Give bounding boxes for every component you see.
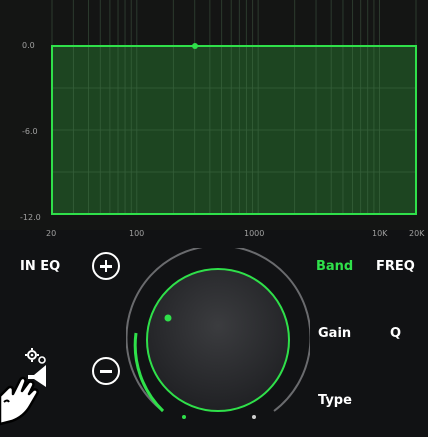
x-label-20k: 20K: [409, 229, 425, 238]
y-label-0: 0.0: [22, 41, 35, 50]
add-band-button[interactable]: [92, 252, 120, 280]
x-label-10k: 10K: [372, 229, 388, 238]
knob-graphic: [125, 244, 312, 419]
gain-button[interactable]: Gain: [318, 326, 351, 341]
x-label-1000: 1000: [244, 229, 265, 238]
type-button[interactable]: Type: [318, 393, 352, 408]
x-label-20: 20: [46, 229, 57, 238]
freq-button[interactable]: FREQ: [376, 259, 415, 274]
q-button[interactable]: Q: [390, 326, 401, 341]
remove-band-button[interactable]: [92, 357, 120, 385]
in-eq-label[interactable]: IN EQ: [20, 259, 60, 274]
eq-band-node: [192, 43, 198, 49]
parameter-knob[interactable]: [125, 244, 312, 432]
minus-circle-icon: [100, 370, 112, 373]
y-label-6: -6.0: [22, 127, 38, 136]
eq-graph[interactable]: 0.0 -6.0 -12.0: [0, 0, 428, 230]
hand-pointer-icon: [0, 376, 39, 426]
band-button[interactable]: Band: [316, 259, 353, 274]
x-label-100: 100: [129, 229, 145, 238]
y-label-12: -12.0: [20, 213, 41, 222]
eq-graph-canvas: [0, 0, 428, 230]
